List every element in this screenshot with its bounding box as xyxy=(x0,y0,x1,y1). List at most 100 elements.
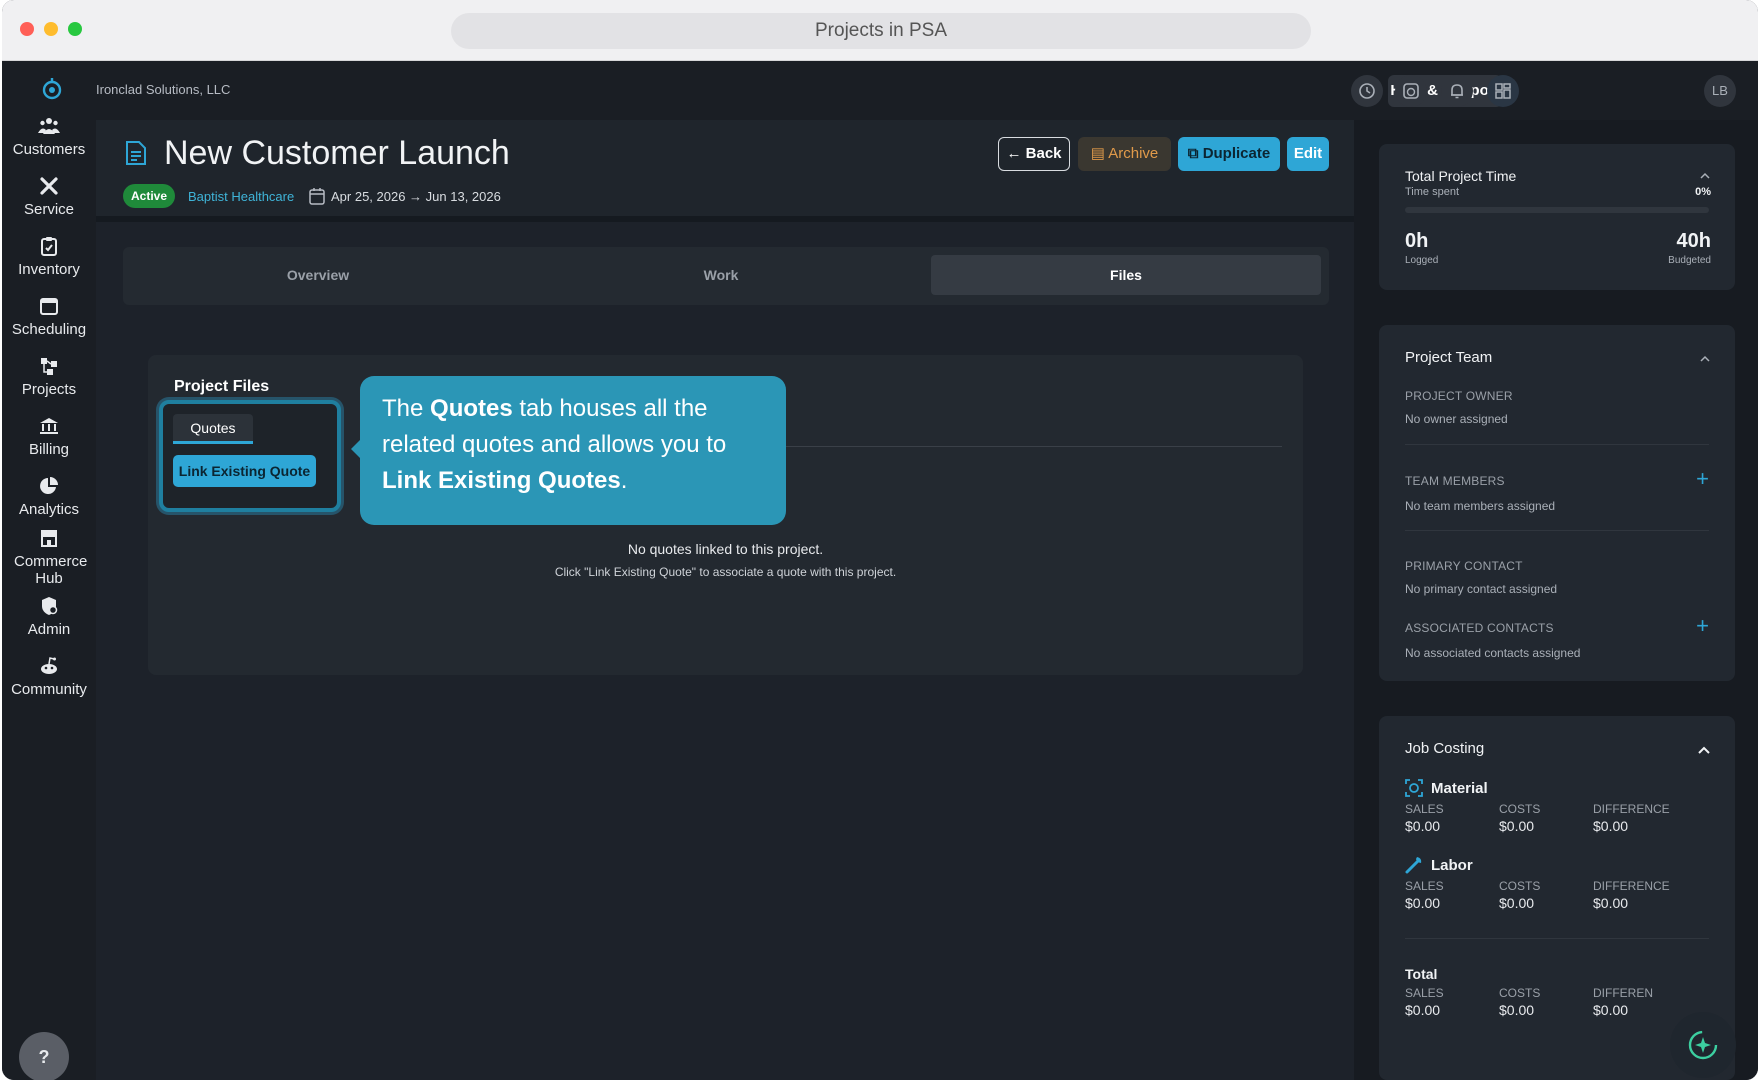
sidebar: Customers Service Inventory Scheduling P… xyxy=(2,61,96,1080)
logged-label: Logged xyxy=(1405,255,1439,266)
members-label: TEAM MEMBERS xyxy=(1405,474,1505,488)
tools-icon xyxy=(40,177,58,195)
sidebar-item-label: Inventory xyxy=(18,261,80,278)
calendar-icon xyxy=(40,298,58,315)
tooltip-bold: Quotes xyxy=(430,395,513,422)
main-content: New Customer Launch Active Baptist Healt… xyxy=(96,120,1354,1080)
add-member-icon[interactable]: + xyxy=(1696,466,1709,492)
sales-label: SALES xyxy=(1405,802,1444,816)
hierarchy-icon xyxy=(41,358,57,375)
material-difference: $0.00 xyxy=(1593,818,1629,834)
sidebar-item-label: Billing xyxy=(28,441,70,458)
divider xyxy=(1405,938,1709,939)
sidebar-item-service[interactable]: Service xyxy=(2,175,96,218)
members-value: No team members assigned xyxy=(1405,499,1556,513)
timer-button[interactable] xyxy=(1395,75,1427,107)
budget-label: Budgeted xyxy=(1668,255,1711,266)
app-logo-icon[interactable] xyxy=(40,77,64,101)
primary-contact-value: No primary contact assigned xyxy=(1405,582,1558,596)
sidebar-item-customers[interactable]: Customers xyxy=(2,115,96,158)
sidebar-item-community[interactable]: Community xyxy=(2,655,96,698)
tab-overview[interactable]: Overview xyxy=(123,255,513,295)
archive-icon: ▤ xyxy=(1090,145,1105,162)
sidebar-item-commerce-hub[interactable]: Commerce Hub xyxy=(2,527,96,587)
associated-contacts-value: No associated contacts assigned xyxy=(1405,646,1581,660)
pie-chart-icon xyxy=(40,477,58,494)
material-icon xyxy=(1405,779,1423,797)
tab-files[interactable]: Files xyxy=(931,255,1321,295)
users-icon xyxy=(38,118,60,134)
duplicate-button[interactable]: ⧉ Duplicate xyxy=(1178,137,1280,171)
total-sales: $0.00 xyxy=(1405,1002,1441,1018)
tab-quotes[interactable]: Quotes xyxy=(173,414,253,444)
dashboard-button[interactable] xyxy=(1487,75,1519,107)
labor-sales: $0.00 xyxy=(1405,895,1441,911)
history-button[interactable] xyxy=(1351,75,1383,107)
close-window-button[interactable] xyxy=(20,22,34,36)
archive-button-label: Archive xyxy=(1108,145,1159,162)
tooltip-bold: Link Existing Quotes xyxy=(382,467,621,494)
divider xyxy=(1405,530,1709,531)
tooltip-text: The xyxy=(382,395,431,422)
costing-card-title: Job Costing xyxy=(1405,740,1485,757)
empty-state-title: No quotes linked to this project. xyxy=(627,541,824,557)
sales-label: SALES xyxy=(1405,986,1444,1000)
sidebar-item-inventory[interactable]: Inventory xyxy=(2,235,96,278)
associated-contacts-label: ASSOCIATED CONTACTS xyxy=(1405,621,1554,635)
project-tabs: Overview Work Files xyxy=(123,247,1329,305)
chevron-up-icon[interactable] xyxy=(1699,172,1711,180)
total-time-card: Total Project Time Time spent 0% 0h Logg… xyxy=(1379,144,1735,290)
top-bar: Ironclad Solutions, LLC Help & Support L… xyxy=(96,61,1758,120)
tab-work[interactable]: Work xyxy=(526,255,916,295)
notifications-button[interactable] xyxy=(1441,75,1473,107)
link-existing-quote-button[interactable]: Link Existing Quote xyxy=(173,455,316,487)
sidebar-item-label: Analytics xyxy=(18,501,80,518)
difference-label: DIFFERENCE xyxy=(1593,879,1670,893)
calendar-icon xyxy=(309,188,325,205)
help-button[interactable]: ? xyxy=(19,1032,69,1080)
chevron-up-icon[interactable] xyxy=(1697,746,1711,755)
time-progress-bar xyxy=(1405,207,1709,213)
costs-label: COSTS xyxy=(1499,879,1541,893)
divider xyxy=(1405,444,1709,445)
edit-button[interactable]: Edit xyxy=(1287,137,1329,171)
user-avatar[interactable]: LB xyxy=(1704,75,1736,107)
owner-label: PROJECT OWNER xyxy=(1405,389,1513,403)
archive-button[interactable]: ▤ Archive xyxy=(1078,137,1171,171)
duplicate-button-label: Duplicate xyxy=(1202,145,1271,162)
guide-tooltip: The Quotes tab houses all the related qu… xyxy=(351,376,786,525)
add-contact-icon[interactable]: + xyxy=(1696,613,1709,639)
minimize-window-button[interactable] xyxy=(44,22,58,36)
maximize-window-button[interactable] xyxy=(68,22,82,36)
labor-heading: Labor xyxy=(1431,857,1473,874)
back-button[interactable]: ← Back xyxy=(998,137,1070,171)
sidebar-item-scheduling[interactable]: Scheduling xyxy=(2,295,96,338)
material-costs: $0.00 xyxy=(1499,818,1535,834)
customer-link[interactable]: Baptist Healthcare xyxy=(188,189,294,204)
status-badge: Active xyxy=(123,184,176,208)
project-team-card: Project Team PROJECT OWNER No owner assi… xyxy=(1379,325,1735,681)
sidebar-item-label: Customers xyxy=(12,141,86,158)
material-sales: $0.00 xyxy=(1405,818,1441,834)
history-icon xyxy=(1359,83,1375,99)
tooltip-arrow xyxy=(351,440,360,458)
sidebar-item-label: Admin xyxy=(27,621,71,638)
browser-titlebar: Projects in PSA xyxy=(2,0,1758,61)
sparkle-icon xyxy=(1688,1030,1718,1060)
sidebar-item-analytics[interactable]: Analytics xyxy=(2,475,96,518)
right-panel: Total Project Time Time spent 0% 0h Logg… xyxy=(1354,120,1758,1080)
shield-icon xyxy=(42,597,58,615)
total-heading: Total xyxy=(1405,966,1438,982)
labor-costs: $0.00 xyxy=(1499,895,1535,911)
time-card-title: Total Project Time xyxy=(1405,168,1517,184)
team-card-title: Project Team xyxy=(1405,349,1493,366)
sidebar-item-billing[interactable]: Billing xyxy=(2,415,96,458)
ai-assistant-button[interactable] xyxy=(1670,1012,1736,1078)
sales-label: SALES xyxy=(1405,879,1444,893)
sidebar-item-admin[interactable]: Admin xyxy=(2,595,96,638)
sidebar-item-projects[interactable]: Projects xyxy=(2,355,96,398)
chevron-up-icon[interactable] xyxy=(1699,355,1711,363)
address-bar[interactable]: Projects in PSA xyxy=(451,13,1311,49)
sidebar-item-label: Projects xyxy=(21,381,77,398)
timer-icon xyxy=(1403,83,1419,99)
